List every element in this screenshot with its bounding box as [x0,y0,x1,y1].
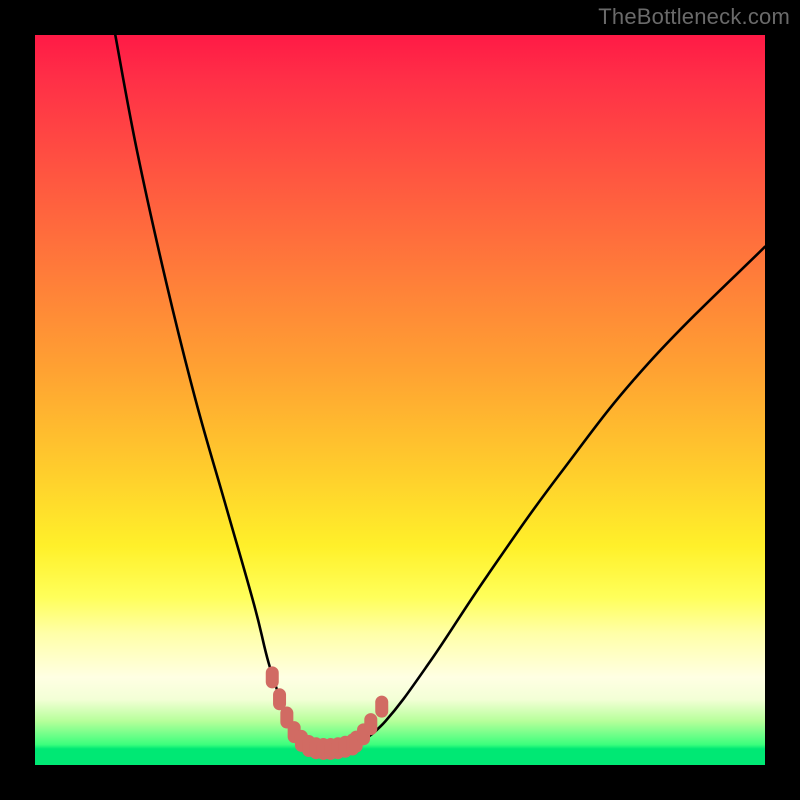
highlight-dot [364,713,377,735]
highlight-dot [266,666,279,688]
highlight-dots [266,666,389,760]
chart-frame: TheBottleneck.com [0,0,800,800]
bottleneck-curve [115,35,765,749]
highlight-dot [273,688,286,710]
highlight-dot [375,696,388,718]
plot-area [35,35,765,765]
curve-layer [35,35,765,765]
watermark-text: TheBottleneck.com [598,4,790,30]
bottleneck-curve-path [115,35,765,749]
